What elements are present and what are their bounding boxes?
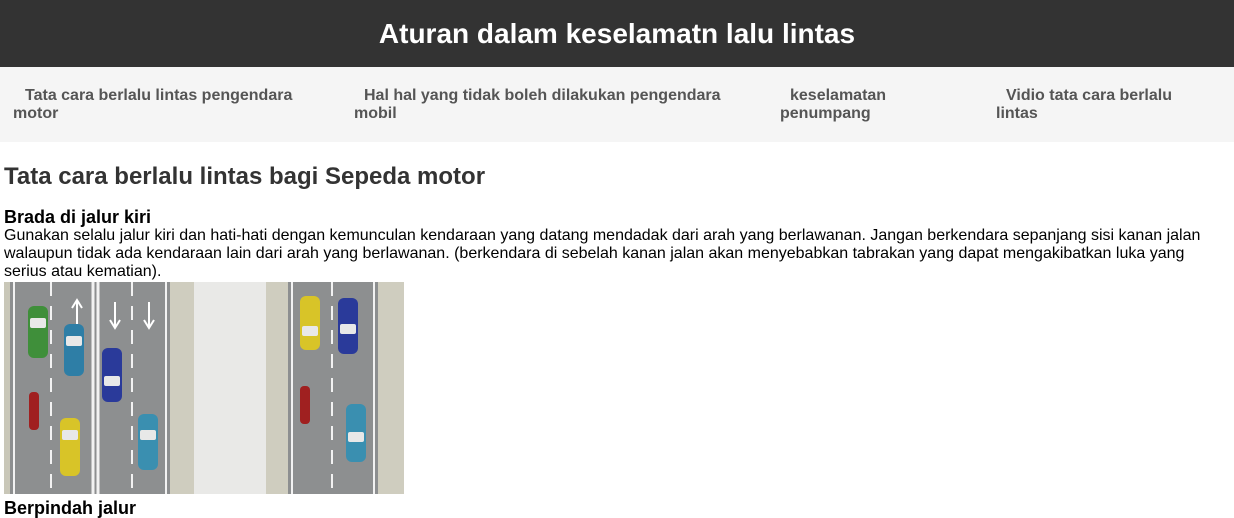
- section-title: Tata cara berlalu lintas bagi Sepeda mot…: [4, 163, 486, 190]
- page-header: Aturan dalam keselamatn lalu lintas: [0, 0, 1234, 67]
- subsection-heading: Brada di jalur kiri: [4, 207, 152, 227]
- subsection-text: Gunakan selalu jalur kiri dan hati-hati …: [4, 227, 1201, 280]
- top-nav: Tata cara berlalu lintas pengendara moto…: [0, 67, 1234, 142]
- nav-item-mobil[interactable]: Hal hal yang tidak boleh dilakukan penge…: [354, 87, 734, 123]
- road-lanes-image: [4, 282, 404, 494]
- nav-item-motor[interactable]: Tata cara berlalu lintas pengendara moto…: [13, 87, 313, 123]
- nav-item-penumpang[interactable]: keselamatan penumpang: [780, 87, 910, 123]
- nav-item-vidio[interactable]: Vidio tata cara berlalu lintas: [996, 87, 1196, 123]
- subsection-heading-2: Berpindah jalur: [4, 498, 137, 518]
- page-title: Aturan dalam keselamatn lalu lintas: [378, 17, 856, 49]
- main-content: Tata cara berlalu lintas bagi Sepeda mot…: [0, 163, 1234, 518]
